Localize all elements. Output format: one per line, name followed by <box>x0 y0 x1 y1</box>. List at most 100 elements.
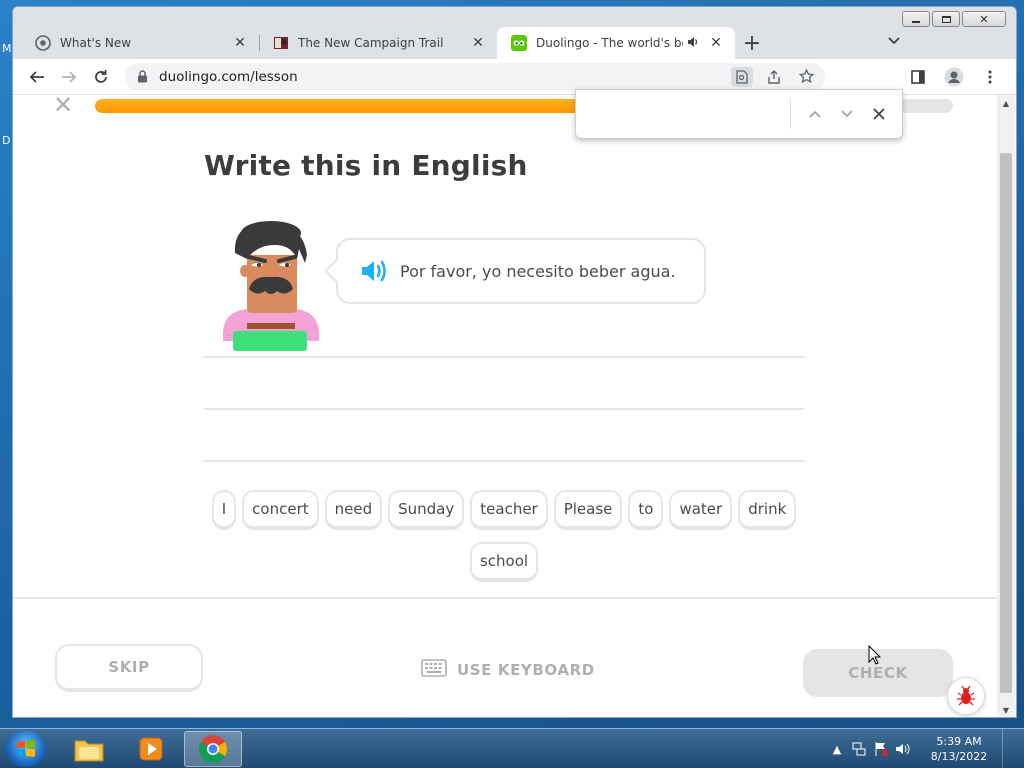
desktop-icon-label-1[interactable]: M <box>2 42 12 55</box>
browser-window: ✕ What's New ✕ The New Campaign Trail ✕ <box>12 6 1017 718</box>
taskbar-media-player[interactable] <box>122 731 180 767</box>
find-bar <box>575 89 903 139</box>
taskbar: ▲ 5:39 AM 8/13/2022 <box>0 728 1024 768</box>
system-clock[interactable]: 5:39 AM 8/13/2022 <box>924 734 994 764</box>
chevron-up-icon <box>809 110 821 118</box>
show-hidden-icons-icon[interactable]: ▲ <box>826 739 848 759</box>
word-tile[interactable]: need <box>324 490 383 530</box>
volume-icon[interactable] <box>892 739 914 759</box>
bug-icon <box>957 686 975 706</box>
reload-icon <box>95 69 107 83</box>
reload-button[interactable] <box>85 63 117 91</box>
report-bug-button[interactable] <box>947 677 985 715</box>
tab-search-chevron-icon[interactable] <box>888 33 900 49</box>
find-in-page-icon[interactable] <box>731 66 753 87</box>
speech-bubble: Por favor, yo necesito beber agua. <box>336 238 706 304</box>
windows-logo-icon <box>17 740 35 757</box>
use-keyboard-button[interactable]: USE KEYBOARD <box>421 659 595 681</box>
lesson-close-icon[interactable]: ✕ <box>53 95 73 117</box>
tab-strip: What's New ✕ The New Campaign Trail ✕ Du… <box>21 25 769 59</box>
chrome-icon <box>199 735 227 763</box>
word-tile[interactable]: water <box>669 490 733 530</box>
side-panel-icon[interactable] <box>906 63 930 91</box>
taskbar-chrome[interactable] <box>184 731 242 767</box>
skip-button[interactable]: SKIP <box>55 644 203 692</box>
minimize-button[interactable] <box>902 11 930 27</box>
tab-close-icon[interactable]: ✕ <box>231 35 249 51</box>
keyboard-icon <box>421 659 447 681</box>
tab-title: Duolingo - The world's best way to learn… <box>536 36 683 50</box>
close-icon: ✕ <box>979 12 989 26</box>
tab-duolingo[interactable]: Duolingo - The world's best way to learn… <box>497 27 735 59</box>
plus-icon: + <box>742 30 762 56</box>
share-icon[interactable] <box>763 67 785 87</box>
folder-icon <box>74 740 104 762</box>
tab-close-icon[interactable]: ✕ <box>707 35 725 51</box>
desktop-icon-label-2[interactable]: D <box>2 134 10 147</box>
kebab-menu-icon[interactable] <box>978 63 1002 91</box>
find-close-button[interactable] <box>863 99 895 129</box>
tab-title: What's New <box>60 36 132 50</box>
network-icon[interactable] <box>848 739 870 759</box>
page-title: Write this in English <box>204 149 528 182</box>
word-bank: I concert need Sunday teacher Please to … <box>204 490 804 582</box>
word-tile[interactable]: to <box>628 490 664 530</box>
word-tile[interactable]: drink <box>738 490 797 530</box>
new-tab-button[interactable]: + <box>735 27 769 59</box>
toolbar-right <box>906 63 1002 91</box>
system-tray: ▲ 5:39 AM 8/13/2022 <box>826 729 1024 768</box>
vertical-scrollbar[interactable]: ▲ ▼ <box>997 95 1015 717</box>
campaign-trail-icon <box>273 35 289 51</box>
profile-avatar-icon[interactable] <box>942 63 966 91</box>
prompt-sentence[interactable]: Por favor, yo necesito beber agua. <box>400 262 676 281</box>
character-illustration <box>219 219 323 353</box>
audio-playing-icon[interactable] <box>687 36 703 51</box>
word-tile[interactable]: Please <box>553 490 623 530</box>
find-input[interactable] <box>576 99 786 129</box>
duolingo-icon <box>511 35 527 51</box>
word-tile[interactable]: school <box>469 542 539 582</box>
forward-button[interactable] <box>53 63 85 91</box>
bookmark-star-icon[interactable] <box>795 67 817 87</box>
address-bar-actions <box>731 66 817 87</box>
restore-icon <box>941 15 951 23</box>
close-icon <box>873 108 885 120</box>
scroll-down-arrow-icon[interactable]: ▼ <box>997 702 1015 717</box>
chevron-down-icon <box>841 110 853 118</box>
url-text[interactable]: duolingo.com/lesson <box>159 69 298 85</box>
title-bar: ✕ What's New ✕ The New Campaign Trail ✕ <box>13 7 1016 59</box>
window-close-button[interactable]: ✕ <box>962 11 1006 27</box>
action-center-icon[interactable] <box>870 739 892 759</box>
window-controls: ✕ <box>902 11 1006 27</box>
tab-close-icon[interactable]: ✕ <box>469 35 487 51</box>
find-next-button[interactable] <box>831 99 863 129</box>
show-desktop-button[interactable] <box>1002 729 1016 768</box>
clock-time: 5:39 AM <box>936 735 982 748</box>
find-previous-button[interactable] <box>799 99 831 129</box>
answer-line <box>204 356 804 358</box>
word-tile[interactable]: Sunday <box>388 490 465 530</box>
word-tile[interactable]: concert <box>242 490 319 530</box>
tab-whats-new[interactable]: What's New ✕ <box>21 27 259 59</box>
address-bar[interactable]: duolingo.com/lesson <box>125 62 825 91</box>
speaker-icon[interactable] <box>360 258 390 284</box>
tab-new-campaign-trail[interactable]: The New Campaign Trail ✕ <box>259 27 497 59</box>
answer-line <box>204 408 804 410</box>
start-button[interactable] <box>6 731 46 767</box>
maximize-button[interactable] <box>932 11 960 27</box>
word-tile[interactable]: teacher <box>470 490 548 530</box>
find-separator <box>790 99 791 129</box>
scroll-up-arrow-icon[interactable]: ▲ <box>997 95 1015 111</box>
media-player-icon <box>139 737 163 761</box>
arrow-right-icon <box>62 70 77 83</box>
taskbar-file-explorer[interactable] <box>60 731 118 767</box>
word-tile[interactable]: I <box>211 490 237 530</box>
back-button[interactable] <box>21 63 53 91</box>
mouse-cursor-icon <box>868 645 882 665</box>
progress-fill <box>95 99 593 113</box>
scroll-thumb[interactable] <box>1000 153 1012 693</box>
tab-title: The New Campaign Trail <box>298 36 444 50</box>
lock-icon[interactable] <box>135 70 149 84</box>
minimize-icon <box>912 21 920 23</box>
page-viewport: ✕ Write this in English Por favor, yo ne… <box>13 95 997 717</box>
